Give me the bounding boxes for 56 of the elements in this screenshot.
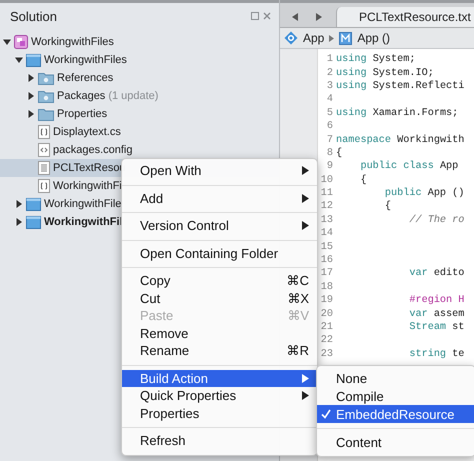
line-number: 5 bbox=[326, 108, 334, 119]
tree-item-label: Properties bbox=[57, 108, 108, 120]
tree-item-label: WorkingwithFile bbox=[44, 198, 122, 210]
tree-item-label: packages.config bbox=[53, 144, 132, 156]
code-line: { bbox=[384, 201, 392, 212]
line-number: 17 bbox=[320, 268, 334, 280]
code-line: var edito bbox=[408, 268, 464, 280]
code-line: string te bbox=[408, 348, 464, 360]
pad-title: Solution bbox=[10, 8, 57, 24]
tree-item-label: WorkingwithFiles bbox=[31, 36, 114, 48]
line-number: 10 bbox=[320, 174, 334, 186]
line-number: 4 bbox=[326, 94, 334, 106]
line-number: 21 bbox=[320, 322, 334, 333]
line-number: 12 bbox=[320, 201, 334, 212]
code-line: using System; bbox=[336, 54, 416, 66]
code-line: { bbox=[336, 148, 342, 159]
line-number: 15 bbox=[320, 242, 334, 253]
shortcut-label: ⌘V bbox=[287, 308, 309, 324]
code-line: { bbox=[359, 174, 367, 186]
code-line: Stream st bbox=[408, 322, 464, 333]
line-number: 16 bbox=[320, 255, 334, 266]
line-number: 7 bbox=[326, 134, 334, 146]
line-number: 3 bbox=[326, 80, 334, 92]
shortcut-label: ⌘R bbox=[286, 343, 309, 358]
tree-item-label: Packages bbox=[57, 90, 106, 102]
line-number: 2 bbox=[326, 68, 334, 79]
code-line: // The ro bbox=[408, 214, 464, 226]
code-line: using Xamarin.Forms; bbox=[336, 108, 458, 119]
line-number: 18 bbox=[320, 282, 334, 293]
code-line: #region H bbox=[408, 295, 464, 306]
line-number: 20 bbox=[320, 308, 334, 320]
update-note: (1 update) bbox=[108, 90, 158, 102]
shortcut-label: ⌘X bbox=[287, 290, 309, 306]
code-line: namespace Workingwith bbox=[336, 134, 464, 146]
tree-item-label: Displaytext.cs bbox=[53, 126, 121, 138]
code-line: using System.Reflecti bbox=[336, 80, 464, 92]
code-line: using System.IO; bbox=[336, 68, 434, 79]
code-line: var assem bbox=[408, 308, 464, 320]
code-line: public App () bbox=[384, 188, 464, 200]
line-number: 13 bbox=[320, 214, 334, 226]
line-number: 8 bbox=[326, 148, 334, 159]
tree-item-label: WorkingwithFiles bbox=[44, 54, 127, 66]
tree-item-label: PCLTextResou bbox=[53, 162, 126, 174]
tree-item-label: References bbox=[57, 72, 114, 84]
line-number: 19 bbox=[320, 295, 334, 306]
line-number: 23 bbox=[320, 348, 334, 360]
shortcut-label: ⌘C bbox=[286, 273, 309, 288]
line-number: 9 bbox=[326, 161, 334, 172]
line-number: 11 bbox=[320, 188, 334, 200]
line-number: 1 bbox=[326, 54, 334, 66]
tree-item-label: WorkingwithFil bbox=[44, 216, 123, 228]
line-number: 6 bbox=[326, 121, 334, 132]
line-number: 14 bbox=[320, 228, 334, 240]
code-line: public class App bbox=[359, 161, 458, 172]
tree-item-label: WorkingwithFi bbox=[53, 180, 122, 192]
line-number: 22 bbox=[320, 335, 334, 346]
